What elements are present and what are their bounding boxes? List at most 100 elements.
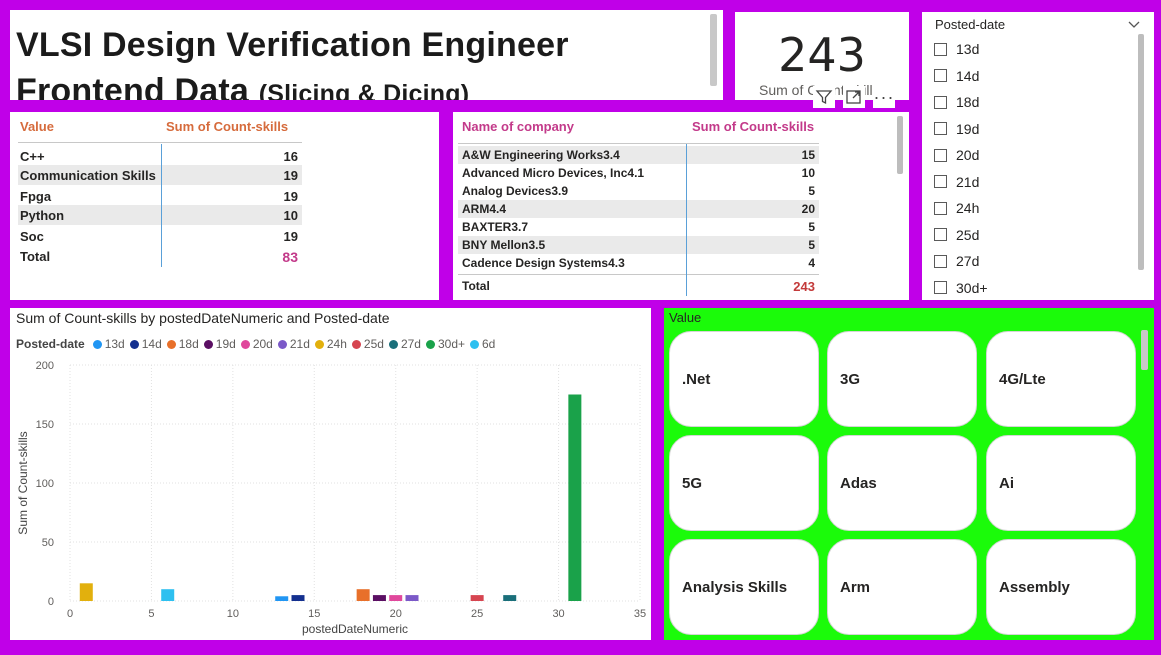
table-row[interactable]: Cadence Design Systems4.3 4 (458, 254, 819, 272)
value-button[interactable]: 4G/Lte (986, 331, 1136, 427)
bar-chart: Sum of Count-skills by postedDateNumeric… (10, 308, 651, 640)
table-row[interactable]: C++ 16 (18, 146, 302, 166)
posted-date-slicer: Posted-date 13d 14d 18d 19d 20d 21d 24h … (922, 12, 1154, 300)
row-value: 19 (283, 229, 298, 244)
value-button[interactable]: Adas (827, 435, 977, 531)
more-options-icon[interactable]: ··· (873, 86, 895, 108)
bar-27d[interactable] (503, 595, 517, 601)
value-button-label: .Net (682, 371, 711, 388)
checkbox[interactable] (934, 122, 947, 136)
bar-18d[interactable] (356, 589, 370, 601)
bar-14d[interactable] (291, 595, 305, 601)
table-row[interactable]: BNY Mellon3.5 5 (458, 236, 819, 254)
title-scrollbar[interactable] (710, 14, 717, 86)
slicer-item[interactable]: 21d (934, 169, 988, 196)
total-value: 83 (282, 249, 298, 265)
slicer-item[interactable]: 25d (934, 222, 988, 249)
slicer-item[interactable]: 13d (934, 36, 988, 63)
y-tick-label: 200 (36, 360, 54, 372)
row-name: Cadence Design Systems4.3 (462, 256, 625, 270)
value-button-label: Ai (999, 475, 1014, 492)
row-name: Fpga (20, 189, 52, 204)
table-row[interactable]: Fpga 19 (18, 186, 302, 206)
checkbox[interactable] (934, 95, 947, 109)
bar-19d[interactable] (372, 595, 386, 601)
filter-icon[interactable] (813, 86, 835, 108)
bar-30d+[interactable] (568, 394, 582, 602)
value-button[interactable]: 5G (669, 435, 819, 531)
bar-13d[interactable] (275, 596, 289, 601)
checkbox[interactable] (934, 254, 947, 268)
table-row[interactable]: Soc 19 (18, 226, 302, 246)
slicer-scrollbar[interactable] (1138, 34, 1144, 270)
column-header-sum[interactable]: Sum of Count-skills (692, 119, 814, 134)
y-tick-label: 50 (42, 537, 54, 549)
slicer-item[interactable]: 27d (934, 248, 988, 275)
value-button[interactable]: .Net (669, 331, 819, 427)
value-button-label: 4G/Lte (999, 371, 1046, 388)
value-button[interactable]: Ai (986, 435, 1136, 531)
slicer-item[interactable]: 30d+ (934, 275, 988, 301)
focus-mode-icon[interactable] (843, 86, 865, 108)
slicer-item[interactable]: 18d (934, 89, 988, 116)
page-title: VLSI Design Verification Engineer Fronte… (16, 22, 716, 100)
row-name: BAXTER3.7 (462, 220, 529, 234)
value-button[interactable]: 3G (827, 331, 977, 427)
value-button[interactable]: Arm (827, 539, 977, 635)
title-card: VLSI Design Verification Engineer Fronte… (10, 10, 723, 100)
total-label: Total (462, 279, 490, 293)
table-row[interactable]: Analog Devices3.9 5 (458, 182, 819, 200)
chevron-down-icon[interactable] (1128, 17, 1140, 35)
table-row[interactable]: Advanced Micro Devices, Inc4.1 10 (458, 164, 819, 182)
bar-21d[interactable] (405, 595, 419, 601)
table-row[interactable]: BAXTER3.7 5 (458, 218, 819, 236)
bar-20d[interactable] (389, 595, 403, 601)
checkbox[interactable] (934, 201, 947, 215)
table-scrollbar[interactable] (897, 116, 903, 174)
table-row[interactable]: Communication Skills 19 (18, 165, 302, 185)
total-row: Total 83 (18, 246, 302, 270)
slicer-item-label: 24h (956, 200, 980, 217)
row-name: BNY Mellon3.5 (462, 238, 546, 252)
y-tick-label: 0 (48, 596, 54, 608)
row-value: 19 (283, 189, 298, 204)
slicer-item-label: 27d (956, 253, 980, 270)
x-tick-label: 35 (634, 608, 646, 620)
column-header-sum[interactable]: Sum of Count-skills (166, 119, 288, 134)
row-value: 10 (801, 166, 815, 180)
button-slicer-scrollbar[interactable] (1141, 330, 1148, 370)
y-tick-label: 100 (36, 478, 54, 490)
column-divider (686, 144, 687, 296)
table-row[interactable]: ARM4.4 20 (458, 200, 819, 218)
chart-plot: 0 50 100 150 200 0 5 10 15 20 25 30 35 postedDateNume… (16, 360, 646, 636)
table-row[interactable]: Python 10 (18, 205, 302, 225)
checkbox[interactable] (934, 42, 947, 56)
row-name: ARM4.4 (462, 202, 507, 216)
row-value: 5 (808, 184, 815, 198)
checkbox[interactable] (934, 175, 947, 189)
bar-25d[interactable] (470, 595, 484, 601)
bar-24h[interactable] (79, 583, 93, 601)
slicer-item[interactable]: 20d (934, 142, 988, 169)
checkbox[interactable] (934, 228, 947, 242)
slicer-item[interactable]: 19d (934, 116, 988, 143)
column-header-value[interactable]: Value (20, 119, 54, 134)
value-button[interactable]: Analysis Skills (669, 539, 819, 635)
value-button-label: Adas (840, 475, 877, 492)
header-divider (18, 142, 302, 143)
bar-6d[interactable] (161, 589, 175, 601)
checkbox[interactable] (934, 148, 947, 162)
slicer-item[interactable]: 14d (934, 63, 988, 90)
visual-header-toolbar: ··· (807, 84, 911, 110)
slicer-item-label: 30d+ (956, 279, 988, 296)
slicer-item[interactable]: 24h (934, 195, 988, 222)
row-value: 20 (801, 202, 815, 216)
x-tick-label: 15 (308, 608, 320, 620)
table-row[interactable]: A&W Engineering Works3.4 15 (458, 146, 819, 164)
y-axis-label: Sum of Count-skills (16, 431, 30, 534)
column-header-company[interactable]: Name of company (462, 119, 574, 134)
value-button-label: Analysis Skills (682, 579, 788, 596)
value-button[interactable]: Assembly (986, 539, 1136, 635)
checkbox[interactable] (934, 281, 947, 295)
checkbox[interactable] (934, 69, 947, 83)
